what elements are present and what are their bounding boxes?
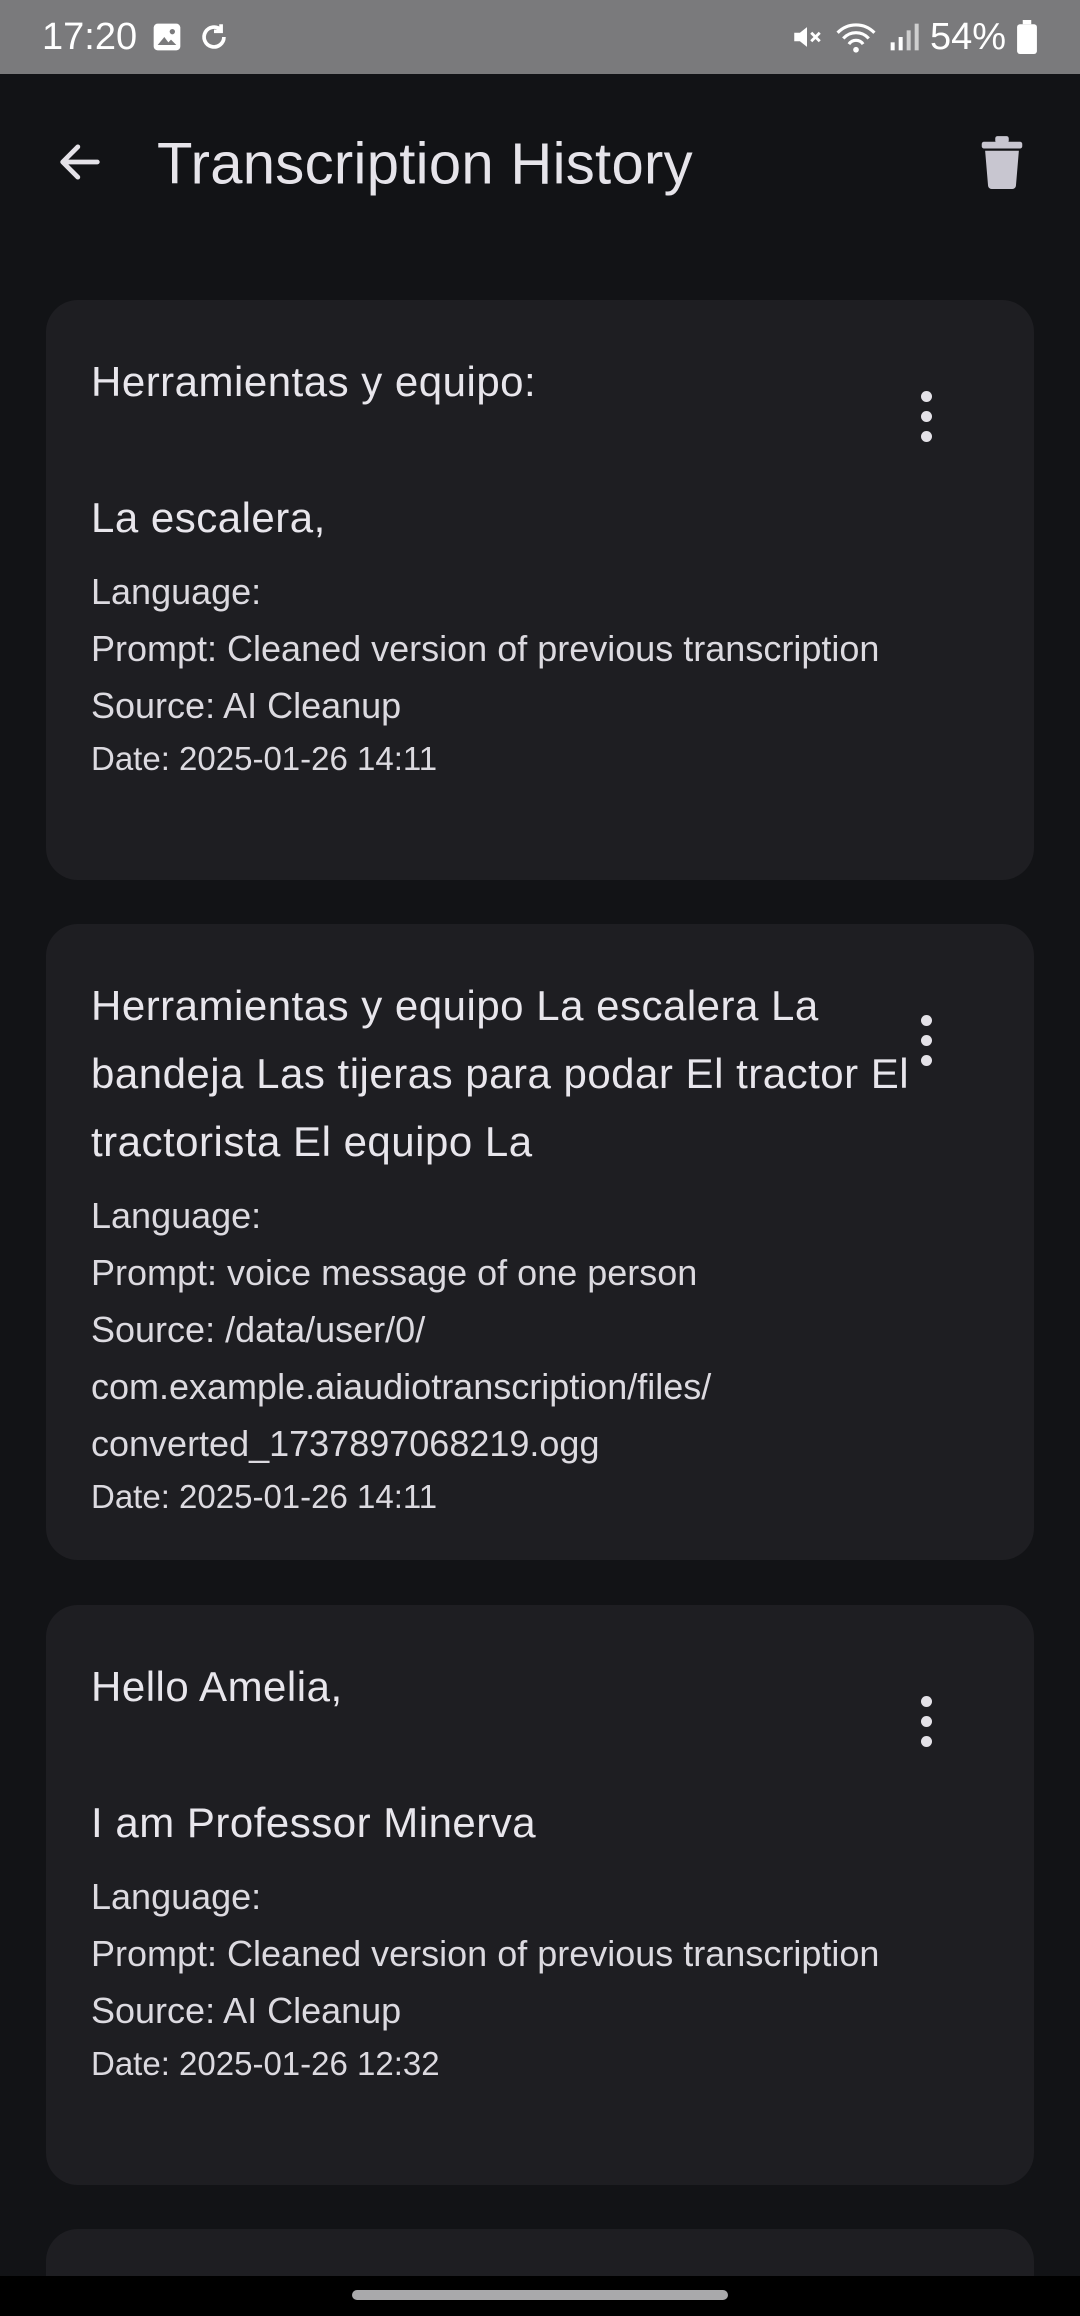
transcription-text: Hello Amelia, I am Professor Minerva [91,1663,537,1846]
status-left: 17:20 [42,16,231,59]
source-label: Source: AI Cleanup [91,685,402,726]
trash-icon [979,135,1025,194]
wifi-icon [834,20,878,54]
more-vert-icon [920,1014,932,1026]
prompt-label: Prompt: Cleaned version of previous tran… [91,1933,880,1974]
card-meta: Language: Prompt: Cleaned version of pre… [91,563,951,784]
status-time: 17:20 [42,15,138,58]
battery-icon [1016,20,1038,54]
card-meta: Language: Prompt: voice message of one p… [91,1187,951,1522]
source-label: Source: AI Cleanup [91,1990,402,2031]
history-card[interactable]: Herramientas y equipo La escalera La ban… [46,924,1034,1560]
app-bar: Transcription History [0,74,1080,254]
arrow-back-icon [54,136,106,193]
history-card[interactable]: Herramientas y equipo: La escalera, Lang… [46,300,1034,880]
date-label: Date: 2025-01-26 14:11 [91,1478,438,1515]
more-options-button[interactable] [906,1010,946,1070]
prompt-label: Prompt: Cleaned version of previous tran… [91,628,880,669]
more-vert-icon [920,1695,932,1707]
more-vert-icon [920,390,932,402]
language-label: Language: [91,1876,262,1917]
date-label: Date: 2025-01-26 14:11 [91,740,438,777]
signal-icon [888,21,920,53]
back-button[interactable] [40,124,120,204]
more-options-button[interactable] [906,386,946,446]
status-right: 54% [790,16,1038,59]
card-meta: Language: Prompt: Cleaned version of pre… [91,1868,951,2089]
mute-icon [790,20,824,54]
prompt-label: Prompt: voice message of one person [91,1252,698,1293]
date-label: Date: 2025-01-26 12:32 [91,2045,440,2082]
more-options-button[interactable] [906,1691,946,1751]
transcription-text: Herramientas y equipo La escalera La ban… [91,982,922,1165]
source-label: Source: /data/user/0/ com.example.aiaudi… [91,1309,712,1464]
home-indicator[interactable] [352,2290,728,2300]
language-label: Language: [91,1195,262,1236]
battery-percent: 54% [929,15,1006,58]
delete-all-button[interactable] [962,124,1042,204]
status-bar: 17:20 54% [0,0,1080,74]
language-label: Language: [91,571,262,612]
history-card[interactable]: Hello Amelia, I am Professor Minerva Lan… [46,1605,1034,2185]
gallery-icon [151,21,183,53]
sync-icon [197,20,231,54]
transcription-text: Herramientas y equipo: La escalera, [91,358,537,541]
page-title: Transcription History [157,131,693,197]
